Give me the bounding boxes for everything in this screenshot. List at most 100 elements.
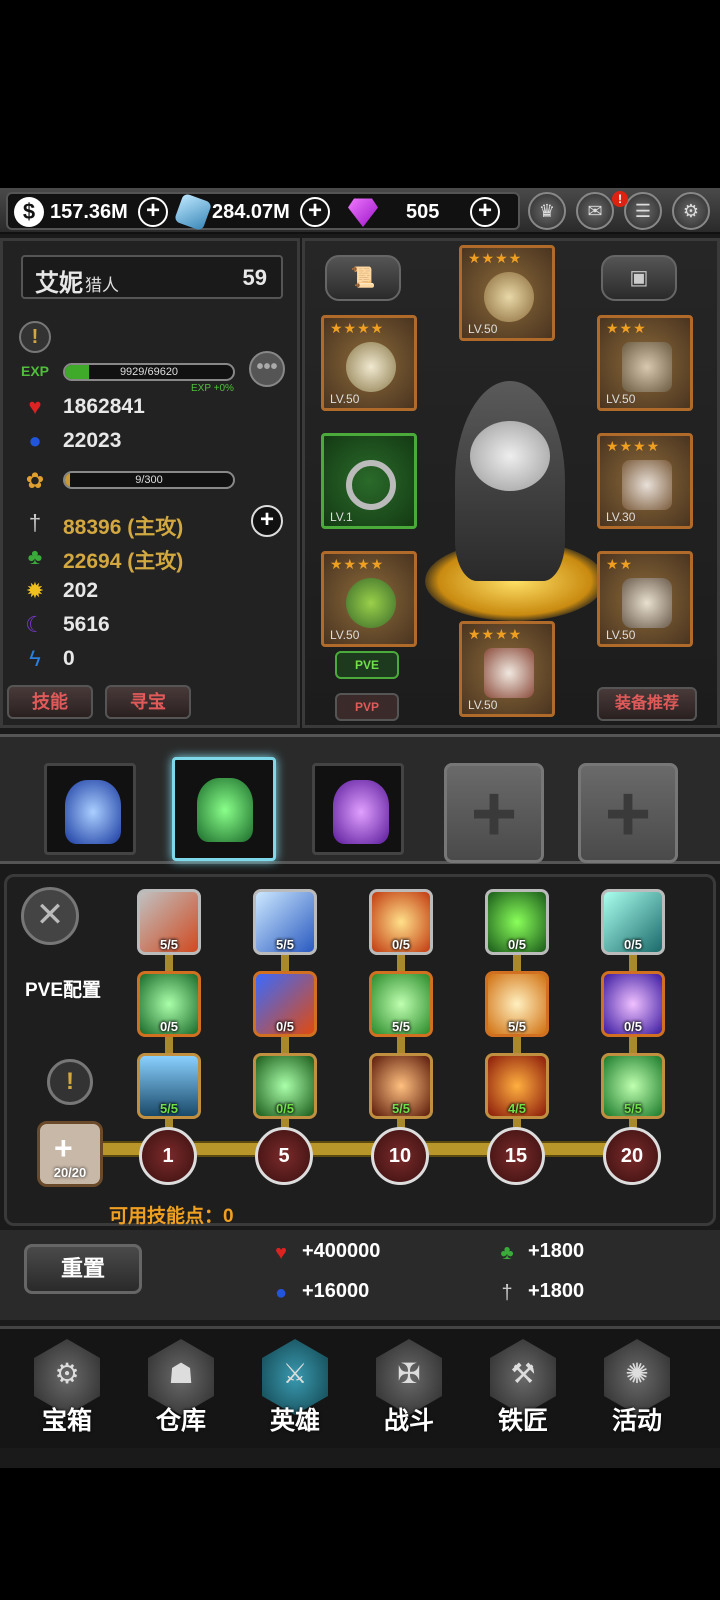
crystal-icon (173, 192, 213, 232)
slot-level: LV.50 (468, 698, 498, 712)
skill-heal[interactable]: 5/5 (369, 971, 433, 1037)
tab-pvp[interactable]: PVP (335, 693, 399, 721)
close-icon[interactable]: ✕ (21, 887, 79, 945)
bonus-attack: +1800 (528, 1280, 585, 1302)
skill-nature-eye[interactable]: 0/5 (137, 971, 201, 1037)
skill-level: 5/5 (623, 1101, 643, 1116)
attack-value: 88396 (主攻) (63, 516, 184, 539)
reset-button[interactable]: 重置 (24, 1244, 142, 1294)
skill-target[interactable]: 0/5 (369, 889, 433, 955)
staff-icon (346, 578, 396, 628)
equip-slot-ring[interactable]: LV.1 (321, 433, 417, 529)
skill-level: 5/5 (275, 937, 295, 952)
slot-level: LV.30 (606, 510, 636, 524)
skill-level: 0/5 (623, 937, 643, 952)
sunburst-icon: ✹ (25, 578, 45, 603)
add-gems-button[interactable]: + (470, 197, 500, 227)
chest-button[interactable]: ▣ (601, 255, 677, 301)
skill-dash[interactable]: 5/5 (137, 1053, 201, 1119)
bonus-mp: +16000 (302, 1280, 370, 1302)
skill-level: 0/5 (507, 937, 527, 952)
more-button[interactable]: ••• (249, 351, 285, 387)
hammer-icon: ⚒ (510, 1358, 536, 1389)
dagger-icon: † (501, 1282, 513, 1304)
chat-icon[interactable]: ☰ (624, 192, 662, 230)
mp-value: 22023 (63, 429, 122, 452)
slot-level: LV.50 (468, 322, 498, 336)
gear-icon[interactable]: ⚙ (672, 192, 710, 230)
skill-spirit[interactable]: 0/5 (253, 1053, 317, 1119)
blue-blade-icon (65, 780, 121, 844)
add-coins-button[interactable]: + (138, 197, 168, 227)
skill-rage[interactable]: 4/5 (485, 1053, 549, 1119)
tier-node: 1 (139, 1127, 197, 1185)
add-weapon-slot[interactable]: + (444, 763, 544, 863)
pet-add-button[interactable]: + (251, 505, 283, 537)
add-crystals-button[interactable]: + (300, 197, 330, 227)
weapon-slot-blue-blade[interactable] (44, 763, 136, 855)
available-skill-points: 可用技能点：0 (109, 1206, 234, 1227)
treasure-hunt-button[interactable]: 寻宝 (105, 685, 191, 719)
skill-arrow-rain[interactable]: 5/5 (253, 889, 317, 955)
exp-bonus: EXP +0% (191, 383, 234, 394)
scroll-button[interactable]: 📜 (325, 255, 401, 301)
equip-slot-necklace[interactable]: ★★★★ LV.50 (459, 245, 555, 341)
equip-slot-armor[interactable]: ★★★ LV.50 (597, 315, 693, 411)
skills-button[interactable]: 技能 (7, 685, 93, 719)
pet-bar: 9/300 (63, 471, 235, 489)
clover-icon: ♣ (500, 1242, 514, 1264)
skill-bonus-row: 重置 ♥ +400000 ● +16000 ♣ +1800 † +1800 (0, 1230, 720, 1320)
exp-bar: 9929/69620 (63, 363, 235, 381)
crystal-amount: 284.07M (212, 201, 290, 223)
mail-icon[interactable]: ✉ (576, 192, 614, 230)
equip-slot-boots[interactable]: ★★★★ LV.50 (459, 621, 555, 717)
pet-bar-text: 9/300 (135, 474, 163, 486)
crit-value: 202 (63, 579, 99, 602)
equip-slot-staff[interactable]: ★★★★ LV.50 (321, 551, 417, 647)
purple-staff-icon (333, 780, 389, 844)
trophy-icon[interactable]: ♛ (528, 192, 566, 230)
skill-vortex[interactable]: 5/5 (601, 1053, 665, 1119)
skill-trap[interactable]: 5/5 (369, 1053, 433, 1119)
hero-info-button[interactable]: ! (19, 321, 51, 353)
skill-light[interactable]: 5/5 (485, 971, 549, 1037)
skill-level: 0/5 (391, 937, 411, 952)
nav-battle[interactable]: ✠ 战斗 (364, 1335, 454, 1445)
skill-level: 0/5 (275, 1101, 295, 1116)
weapon-slot-purple-staff[interactable] (312, 763, 404, 855)
equip-slot-amulet[interactable]: ★★★★ LV.50 (321, 315, 417, 411)
skill-level: 5/5 (391, 1101, 411, 1116)
weapon-slot-green-bow[interactable] (172, 757, 276, 861)
skill-arcane[interactable]: 0/5 (601, 971, 665, 1037)
tab-pve[interactable]: PVE (335, 651, 399, 679)
hero-info-panel: 艾妮 猎人 59 ! EXP 9929/69620 EXP +0% ••• ♥ … (0, 238, 300, 728)
skill-poison[interactable]: 0/5 (485, 889, 549, 955)
slot-stars: ★★★★ (330, 320, 385, 336)
skill-level: 5/5 (391, 1019, 411, 1034)
armor-icon (622, 342, 672, 392)
clover-icon: ♣ (27, 544, 43, 569)
skill-points-box[interactable]: + 20/20 (37, 1121, 103, 1187)
slot-level: LV.50 (330, 628, 360, 642)
water-drop-icon: ● (28, 428, 42, 453)
nav-chest[interactable]: ⚙ 宝箱 (22, 1335, 112, 1445)
skill-blades[interactable]: 0/5 (601, 889, 665, 955)
magic-attack-value: 22694 (主攻) (63, 550, 184, 573)
nav-warehouse[interactable]: ☗ 仓库 (136, 1335, 226, 1445)
nav-blacksmith[interactable]: ⚒ 铁匠 (478, 1335, 568, 1445)
skill-slash[interactable]: 5/5 (137, 889, 201, 955)
equip-slot-wings[interactable]: ★★ LV.50 (597, 551, 693, 647)
skill-level: 0/5 (159, 1019, 179, 1034)
ring-icon (346, 460, 396, 510)
nav-hero[interactable]: ⚔ 英雄 (250, 1335, 340, 1445)
skill-fire-arrow[interactable]: 0/5 (253, 971, 317, 1037)
skill-info-button[interactable]: ! (47, 1059, 93, 1105)
water-drop-icon: ● (274, 1282, 288, 1304)
lightning-icon: ϟ (29, 646, 41, 671)
nav-events[interactable]: ✺ 活动 (592, 1335, 682, 1445)
equip-slot-gloves[interactable]: ★★★★ LV.30 (597, 433, 693, 529)
equipment-recommend-button[interactable]: 装备推荐 (597, 687, 697, 721)
add-weapon-slot[interactable]: + (578, 763, 678, 863)
paw-icon: ✿ (25, 468, 45, 493)
skill-level: 5/5 (159, 937, 179, 952)
